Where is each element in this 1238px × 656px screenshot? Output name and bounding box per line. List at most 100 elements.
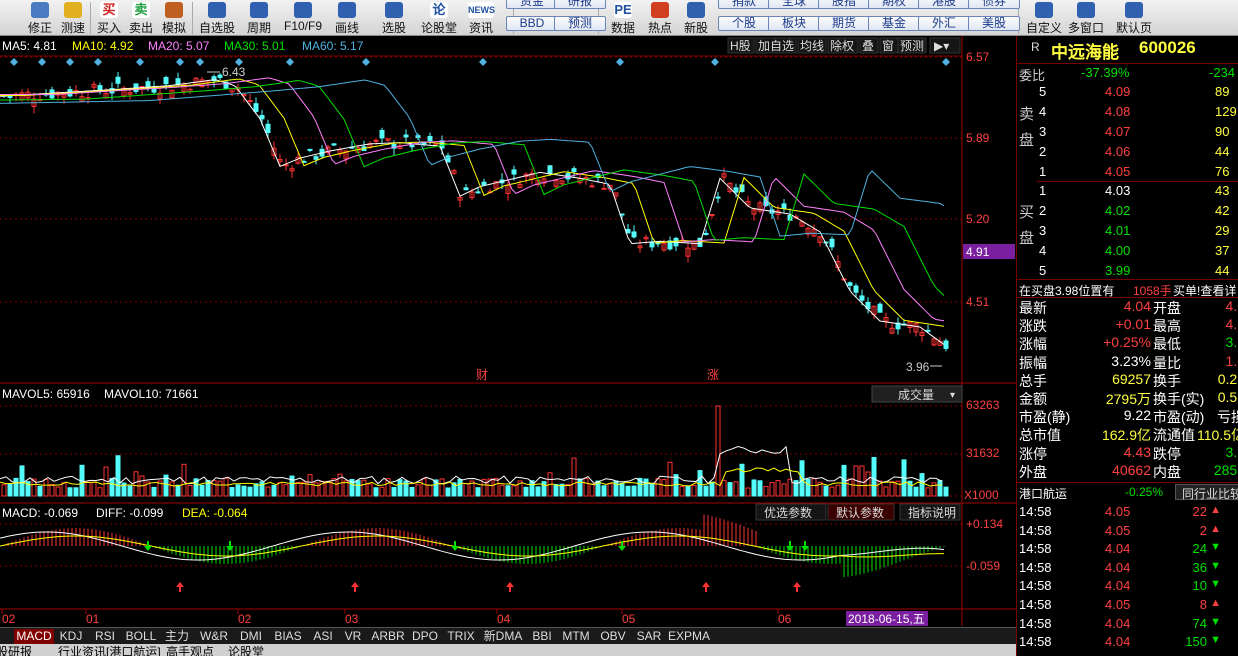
tab-expma[interactable]: EXPMA [666,629,712,644]
toolbar-windows-button[interactable]: 多窗口 [1064,0,1108,36]
toolbar-buy-button[interactable]: 买买入 [96,0,122,36]
quick-button-b2[interactable]: 个股 [718,16,770,31]
toolbar-pe-button[interactable]: PE 数据 [609,0,637,36]
volume-bar [241,485,247,497]
volume-bar [325,480,331,497]
position-row[interactable]: 在买盘3.98位置有 1058手 买单!查看详 [1017,279,1238,298]
tick-row: 14:58 4.05 22 ▲ [1017,503,1238,522]
quick-button-7[interactable]: 债券 [968,0,1020,9]
dea-legend: DEA: -0.064 [182,506,248,520]
ask-level-row: 4 4.08 129 [1017,103,1238,122]
toolbar-star-button[interactable]: 自选股 [197,0,237,36]
toolbar-period-button[interactable]: 周期 [244,0,274,36]
tab-trix[interactable]: TRIX [442,629,480,644]
kline-chart-area[interactable]: MA5: 4.81 MA10: 4.92 MA20: 5.07 MA30: 5.… [0,36,1016,626]
volume-bar [889,481,895,497]
quick-button-2[interactable]: 捐款 [718,0,770,9]
quick-button-3[interactable]: 全球 [768,0,820,9]
tab-rsi[interactable]: RSI [88,629,122,644]
bottom-tab[interactable]: 高手观点 [166,644,214,656]
volume-bar [271,484,277,497]
peer-compare-button[interactable]: 同行业比较 [1175,484,1238,501]
tab-mtm[interactable]: MTM [558,629,594,644]
position-link[interactable]: 买单!查看详 [1173,282,1236,299]
toolbar-sell-button[interactable]: 卖卖出 [127,0,155,36]
info-marker-icon [10,58,18,66]
quick-button-b7[interactable]: 美股 [968,16,1020,31]
tab-新dma[interactable]: 新DMA [480,629,526,644]
quick-button-0[interactable]: 资金 [506,0,558,9]
toolbar-ipo-button[interactable]: 新股 [681,0,711,36]
tab-arbr[interactable]: ARBR [368,629,408,644]
quote-value: 3.23% [1111,352,1151,369]
quick-button-6[interactable]: 港股 [918,0,970,9]
quick-button-b3[interactable]: 板块 [768,16,820,31]
level-price: 4.01 [1105,223,1131,238]
toolbar-news-button[interactable]: NEWS 资讯 [464,0,498,36]
quick-button-4[interactable]: 股指 [818,0,870,9]
quick-button-b0[interactable]: BBD [506,16,558,31]
up-arrow-icon: ▲ [1210,597,1221,609]
forum-icon: 论 [430,2,448,18]
down-arrow-icon: ▼ [1210,578,1221,591]
chart-tool-label: 均线 [800,39,824,53]
event-marker-cai[interactable]: 财 [476,368,488,382]
volume-bar [685,485,691,497]
tab-boll[interactable]: BOLL [122,629,160,644]
tab-vr[interactable]: VR [338,629,368,644]
toolbar-pencil-button[interactable]: 画线 [333,0,361,36]
quote-label: 总市值 [1019,427,1061,444]
toolbar-refresh-button[interactable]: 修正 [26,0,54,36]
tab-sar[interactable]: SAR [632,629,666,644]
bottom-tab[interactable]: 股研报 [0,644,32,656]
quick-button-b4[interactable]: 期货 [818,16,870,31]
toolbar-hammer-button[interactable]: 模拟 [159,0,189,36]
sell-arrow-icon [144,541,152,551]
tab-bbi[interactable]: BBI [526,629,558,644]
quick-button-b5[interactable]: 基金 [868,16,920,31]
toolbar-f10-button[interactable]: F10/F9 [281,0,325,36]
chart-svg[interactable]: MA5: 4.81 MA10: 4.92 MA20: 5.07 MA30: 5.… [0,36,1016,626]
toolbar-home-button[interactable]: 默认页 [1112,0,1156,36]
tab-dmi[interactable]: DMI [234,629,268,644]
sell-arrow-icon [451,541,459,551]
toolbar-custom-button[interactable]: 自定义 [1024,0,1064,36]
tab-bias[interactable]: BIAS [268,629,308,644]
chart-tool-label: 预测 [900,39,924,53]
tab-主力[interactable]: 主力 [160,629,194,644]
quote-value-2: 4.0 [1225,316,1238,333]
quick-button-5[interactable]: 期权 [868,0,920,9]
volume-bar [757,480,763,497]
tab-dpo[interactable]: DPO [408,629,442,644]
toolbar-hot-button[interactable]: 热点 [645,0,675,36]
tick-price: 4.04 [1105,615,1131,631]
toolbar-label: 选股 [381,21,406,35]
volume-bar [217,480,223,497]
tick-price: 4.05 [1105,597,1131,612]
tab-macd[interactable]: MACD [14,629,54,644]
tab-w&r[interactable]: W&R [194,629,234,644]
level-number: 2 [1039,144,1047,159]
toolbar-select-button[interactable]: 选股 [377,0,411,36]
ma30-line [0,80,945,296]
bottom-tab[interactable]: 行业资讯[港口航运] [58,644,161,656]
grid-lines [0,36,1016,626]
quick-button-1[interactable]: 研报 [554,0,606,9]
level-volume: 44 [1215,144,1230,159]
quick-button-b6[interactable]: 外汇 [918,16,970,31]
quote-label-2: 流通值 [1153,427,1195,444]
event-marker-zhang[interactable]: 涨 [707,367,719,382]
tab-asi[interactable]: ASI [308,629,338,644]
quote-label-2: 最高 [1153,318,1181,335]
tab-obv[interactable]: OBV [594,629,632,644]
volume-bar [55,486,61,497]
bottom-tab[interactable]: 论股堂 [228,644,264,656]
toolbar-label: 默认页 [1115,21,1152,35]
toolbar-clock-button[interactable]: 测速 [58,0,88,36]
sector-name[interactable]: 港口航运 [1019,485,1067,502]
macd-legend: MACD: -0.069 [2,506,78,520]
toolbar-forum-button[interactable]: 论论股堂 [419,0,459,36]
macd-buttons: 优选参数 默认参数 指标说明 [755,503,961,521]
quick-button-b1[interactable]: 预测 [554,16,606,31]
tab-kdj[interactable]: KDJ [54,629,88,644]
